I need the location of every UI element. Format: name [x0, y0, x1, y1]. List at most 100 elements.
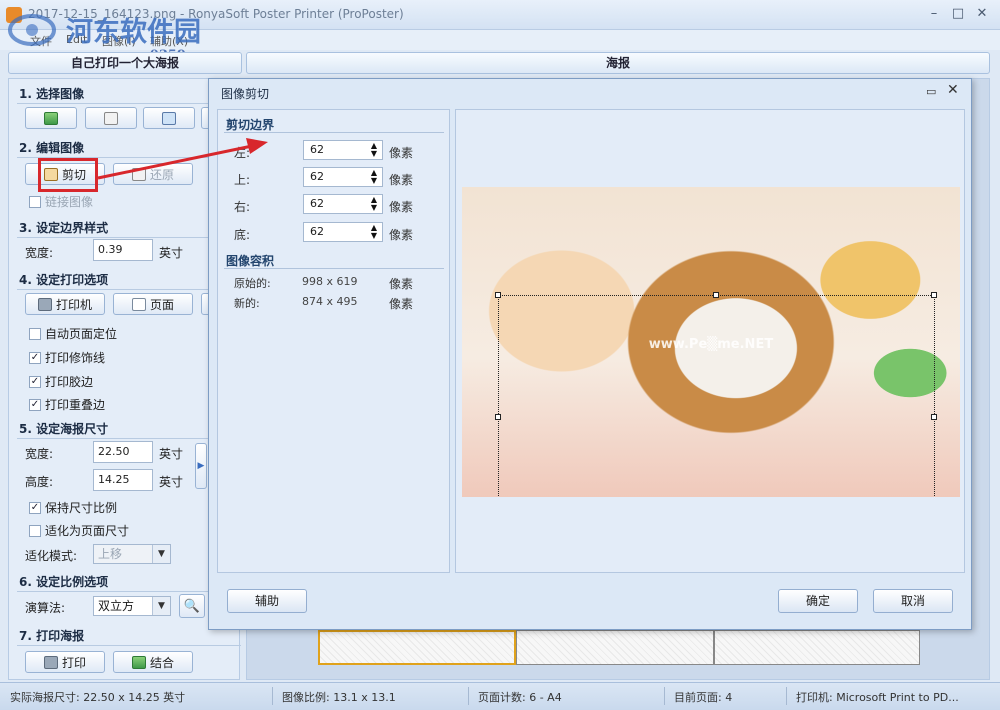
status-separator	[664, 687, 665, 705]
checkbox-label: 保持尺寸比例	[45, 501, 118, 515]
crop-top-spinner[interactable]: 62 ▲ ▼	[303, 167, 383, 187]
spinner-arrows-icon[interactable]: ▲ ▼	[368, 224, 380, 240]
crop-left-unit: 像素	[389, 146, 414, 160]
divider	[17, 645, 241, 646]
crop-handle[interactable]	[713, 292, 719, 298]
checkbox-box: ✓	[29, 398, 41, 411]
watermark-logo-icon	[8, 14, 56, 46]
crop-handle[interactable]	[931, 292, 937, 298]
fit-mode-value: 上移	[98, 547, 123, 561]
crop-right-spinner[interactable]: 62 ▲ ▼	[303, 194, 383, 214]
open-image-button[interactable]	[25, 107, 77, 129]
spinner-value: 62	[310, 197, 324, 210]
printer-button[interactable]: 打印机	[25, 293, 105, 315]
poster-height-unit: 英寸	[159, 475, 184, 489]
image-icon	[44, 111, 58, 125]
status-current-page: 目前页面: 4	[674, 691, 733, 704]
status-separator	[272, 687, 273, 705]
print-trim-lines-checkbox[interactable]: ✓ 打印修饰线	[29, 349, 105, 366]
poster-height-input[interactable]: 14.25	[93, 469, 153, 491]
crop-left-label: 左:	[234, 146, 251, 160]
dialog-close-button[interactable]: ✕	[947, 82, 959, 98]
crop-settings-panel: 剪切边界 左: 62 ▲ ▼ 像素 上: 62 ▲ ▼ 像素 右: 62 ▲ ▼ 像素 底:…	[217, 109, 450, 573]
expand-arrow-button[interactable]: ▶	[195, 443, 207, 489]
original-size-value: 998 x 619	[302, 275, 358, 288]
crop-selection-rectangle[interactable]	[495, 292, 937, 497]
section-print-options: 4. 设定打印选项	[19, 273, 109, 287]
section-scale-options: 6. 设定比例选项	[19, 575, 109, 589]
crop-handle[interactable]	[495, 414, 501, 420]
poster-page-cell[interactable]	[318, 630, 516, 665]
checkbox-label: 自动页面定位	[45, 327, 118, 341]
crop-bottom-label: 底:	[234, 228, 251, 242]
border-width-input[interactable]: 0.39	[93, 239, 153, 261]
spinner-value: 62	[310, 143, 324, 156]
fit-page-checkbox[interactable]: 适化为页面尺寸	[29, 522, 129, 539]
checkbox-label: 链接图像	[45, 195, 94, 209]
chevron-right-icon: ▶	[197, 461, 205, 471]
help-button[interactable]: 辅助	[227, 589, 307, 613]
original-size-label: 原始的:	[234, 277, 271, 290]
close-button[interactable]: ✕	[970, 4, 994, 24]
crop-bottom-spinner[interactable]: 62 ▲ ▼	[303, 222, 383, 242]
checkbox-box	[29, 327, 41, 340]
keep-ratio-checkbox[interactable]: ✓ 保持尺寸比例	[29, 499, 117, 516]
print-button[interactable]: 打印	[25, 651, 105, 673]
poster-page-cell[interactable]	[714, 630, 920, 665]
combine-button[interactable]: 结合	[113, 651, 193, 673]
minimize-button[interactable]: –	[922, 4, 946, 24]
crop-border-title: 剪切边界	[226, 118, 275, 132]
dialog-minimize-button[interactable]: ▭	[926, 85, 936, 98]
crop-handle[interactable]	[931, 414, 937, 420]
new-size-value: 874 x 495	[302, 295, 358, 308]
maximize-button[interactable]: □	[946, 4, 970, 24]
link-image-checkbox[interactable]: 链接图像	[29, 193, 93, 210]
crop-dialog: 图像剪切 ▭ ✕ 剪切边界 左: 62 ▲ ▼ 像素 上: 62 ▲ ▼ 像素 右: 6…	[208, 78, 972, 630]
checkbox-box	[29, 195, 41, 208]
fit-mode-select[interactable]: 上移 ▼	[93, 544, 171, 564]
combine-icon	[131, 655, 146, 669]
ok-button[interactable]: 确定	[778, 589, 858, 613]
tab-self-print[interactable]: 自己打印一个大海报	[8, 52, 242, 74]
poster-page-cell[interactable]	[516, 630, 714, 665]
checkbox-box: ✓	[29, 375, 41, 388]
print-button-label: 打印	[61, 655, 86, 670]
page-button-label: 页面	[149, 297, 174, 312]
crop-left-spinner[interactable]: 62 ▲ ▼	[303, 140, 383, 160]
checkbox-label: 打印修饰线	[45, 351, 106, 365]
crop-top-unit: 像素	[389, 173, 414, 187]
clipboard-icon	[104, 111, 118, 125]
status-bar: 实际海报尺寸: 22.50 x 14.25 英寸 图像比例: 13.1 x 13…	[0, 682, 1000, 710]
scan-image-button[interactable]	[143, 107, 195, 129]
spinner-arrows-icon[interactable]: ▲ ▼	[368, 142, 380, 158]
auto-page-position-checkbox[interactable]: 自动页面定位	[29, 325, 117, 342]
crop-top-label: 上:	[234, 173, 251, 187]
print-overlap-checkbox[interactable]: ✓ 打印重叠边	[29, 396, 105, 413]
print-glue-edge-checkbox[interactable]: ✓ 打印胶边	[29, 373, 93, 390]
algorithm-select[interactable]: 双立方 ▼	[93, 596, 171, 616]
tab-poster[interactable]: 海报	[246, 52, 990, 74]
page-button[interactable]: 页面	[113, 293, 193, 315]
restore-icon	[131, 167, 146, 181]
printer-button-label: 打印机	[55, 297, 92, 312]
poster-width-unit: 英寸	[159, 447, 184, 461]
checkbox-box: ✓	[29, 501, 41, 514]
combine-button-label: 结合	[149, 655, 174, 670]
zoom-button[interactable]: 🔍	[179, 594, 205, 618]
section-poster-size: 5. 设定海报尺寸	[19, 422, 109, 436]
cancel-button[interactable]: 取消	[873, 589, 953, 613]
poster-width-input[interactable]: 22.50	[93, 441, 153, 463]
crop-handle[interactable]	[495, 292, 501, 298]
spinner-value: 62	[310, 225, 324, 238]
status-printer: 打印机: Microsoft Print to PD...	[796, 691, 959, 704]
section-edit-image: 2. 编辑图像	[19, 141, 85, 155]
paste-image-button[interactable]	[85, 107, 137, 129]
checkbox-box: ✓	[29, 351, 41, 364]
crop-bottom-unit: 像素	[389, 228, 414, 242]
restore-button[interactable]: 还原	[113, 163, 193, 185]
annotation-highlight-box	[38, 158, 98, 192]
spinner-arrows-icon[interactable]: ▲ ▼	[368, 169, 380, 185]
spinner-arrows-icon[interactable]: ▲ ▼	[368, 196, 380, 212]
original-size-unit: 像素	[389, 277, 414, 291]
border-width-label: 宽度:	[25, 246, 54, 260]
